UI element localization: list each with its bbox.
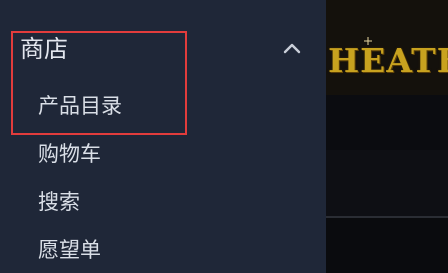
app-window: 商店 产品目录 购物车 搜索 愿望单 HEATE — [0, 0, 448, 273]
chevron-up-icon[interactable] — [280, 36, 304, 60]
store-section-header[interactable]: 商店 — [0, 18, 326, 78]
menu-item-cart[interactable]: 购物车 — [38, 140, 101, 168]
menu-item-catalog[interactable]: 产品目录 — [38, 92, 122, 120]
menu-item-wishlist[interactable]: 愿望单 — [38, 236, 101, 264]
preview-footer — [326, 218, 448, 273]
sidebar-menu: 商店 产品目录 购物车 搜索 愿望单 — [0, 0, 326, 273]
menu-item-search[interactable]: 搜索 — [38, 188, 80, 216]
sparkle-icon — [364, 37, 372, 45]
game-logo: HEATE — [328, 41, 448, 80]
section-title: 商店 — [20, 35, 68, 63]
preview-panel — [326, 150, 448, 216]
content-preview: HEATE — [326, 0, 448, 273]
